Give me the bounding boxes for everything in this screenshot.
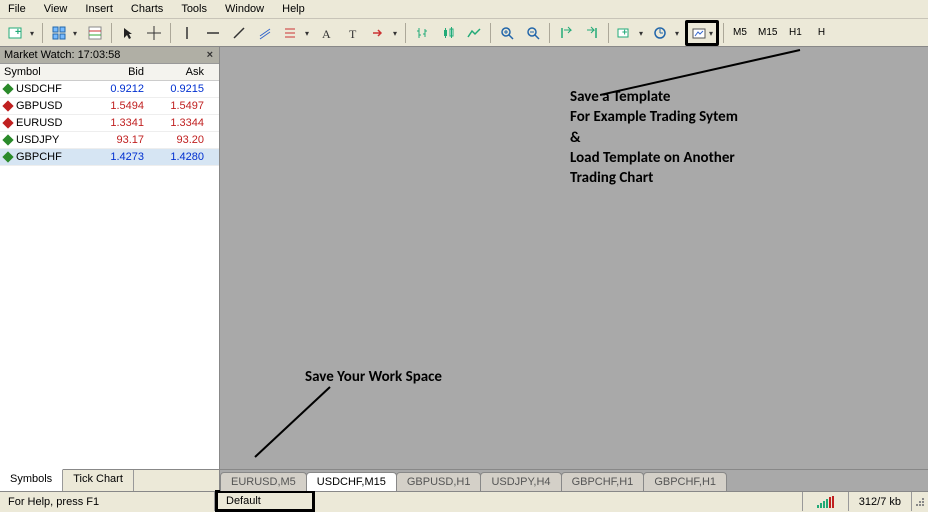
direction-icon <box>2 134 13 145</box>
zoom-out-button[interactable] <box>521 22 545 44</box>
candle-chart-button[interactable] <box>436 22 460 44</box>
chart-tab[interactable]: USDCHF,M15 <box>306 472 397 491</box>
arrow-icon <box>250 382 350 462</box>
zoom-in-button[interactable] <box>495 22 519 44</box>
vertical-line-button[interactable] <box>175 22 199 44</box>
market-watch-title: Market Watch: 17:03:58 × <box>0 47 219 64</box>
market-watch-header: Symbol Bid Ask <box>0 64 219 81</box>
line-chart-button[interactable] <box>462 22 486 44</box>
menu-bar: File View Insert Charts Tools Window Hel… <box>0 0 928 19</box>
chart-tab[interactable]: GBPCHF,H1 <box>561 472 645 491</box>
chart-workarea: Save a TemplateFor Example Trading Sytem… <box>220 47 928 491</box>
direction-icon <box>2 83 13 94</box>
market-watch-row[interactable]: USDJPY93.1793.20 <box>0 132 219 149</box>
status-traffic: 312/7 kb <box>849 492 912 511</box>
chart-shift-button[interactable] <box>580 22 604 44</box>
status-profile[interactable]: Default <box>215 490 315 512</box>
menu-window[interactable]: Window <box>225 3 264 15</box>
chart-tabs: EURUSD,M5USDCHF,M15GBPUSD,H1USDJPY,H4GBP… <box>220 469 928 491</box>
market-watch-row[interactable]: GBPCHF1.42731.4280 <box>0 149 219 166</box>
market-watch-tabs: Symbols Tick Chart <box>0 469 219 491</box>
channel-button[interactable] <box>253 22 277 44</box>
template-button[interactable] <box>685 20 719 46</box>
close-icon[interactable]: × <box>205 49 215 61</box>
status-spacer <box>315 492 803 511</box>
horizontal-line-button[interactable] <box>201 22 225 44</box>
crosshair-button[interactable] <box>142 22 166 44</box>
cursor-button[interactable] <box>116 22 140 44</box>
svg-text:+: + <box>15 27 21 38</box>
status-bar: For Help, press F1 Default 312/7 kb <box>0 491 928 511</box>
market-watch-row[interactable]: EURUSD1.33411.3344 <box>0 115 219 132</box>
menu-insert[interactable]: Insert <box>85 3 113 15</box>
trendline-button[interactable] <box>227 22 251 44</box>
text-label-button[interactable]: T <box>341 22 365 44</box>
bar-chart-button[interactable] <box>410 22 434 44</box>
menu-file[interactable]: File <box>8 3 26 15</box>
toolbar: + A T + M5 M15 H1 H <box>0 19 928 47</box>
tab-tick-chart[interactable]: Tick Chart <box>63 470 134 491</box>
auto-scroll-button[interactable] <box>554 22 578 44</box>
svg-text:A: A <box>322 27 331 40</box>
annotation-template: Save a TemplateFor Example Trading Sytem… <box>570 87 830 188</box>
direction-icon <box>2 100 13 111</box>
annotation-workspace: Save Your Work Space <box>305 367 442 387</box>
menu-help[interactable]: Help <box>282 3 305 15</box>
tab-symbols[interactable]: Symbols <box>0 469 63 491</box>
market-watch-panel: Market Watch: 17:03:58 × Symbol Bid Ask … <box>0 47 220 491</box>
text-button[interactable]: A <box>315 22 339 44</box>
menu-charts[interactable]: Charts <box>131 3 163 15</box>
arrows-button[interactable] <box>367 22 401 44</box>
market-watch-row[interactable]: GBPUSD1.54941.5497 <box>0 98 219 115</box>
menu-view[interactable]: View <box>44 3 68 15</box>
new-chart-button[interactable]: + <box>4 22 38 44</box>
timeframe-h1[interactable]: H1 <box>783 22 807 44</box>
direction-icon <box>2 117 13 128</box>
market-watch-row[interactable]: USDCHF0.92120.9215 <box>0 81 219 98</box>
periodicity-button[interactable] <box>649 22 683 44</box>
chart-tab[interactable]: GBPUSD,H1 <box>396 472 482 491</box>
market-watch-body: USDCHF0.92120.9215GBPUSD1.54941.5497EURU… <box>0 81 219 469</box>
timeframe-h4[interactable]: H <box>809 22 833 44</box>
profiles-button[interactable] <box>47 22 81 44</box>
indicators-button[interactable]: + <box>613 22 647 44</box>
status-help: For Help, press F1 <box>0 492 215 511</box>
fibonacci-button[interactable] <box>279 22 313 44</box>
chart-tab[interactable]: USDJPY,H4 <box>480 472 561 491</box>
chart-tab[interactable]: EURUSD,M5 <box>220 472 307 491</box>
svg-text:+: + <box>622 27 627 37</box>
chart-tab[interactable]: GBPCHF,H1 <box>643 472 727 491</box>
timeframe-m15[interactable]: M15 <box>754 22 781 44</box>
market-watch-button[interactable] <box>83 22 107 44</box>
timeframe-m5[interactable]: M5 <box>728 22 752 44</box>
menu-tools[interactable]: Tools <box>181 3 207 15</box>
resize-grip-icon[interactable] <box>912 494 928 510</box>
direction-icon <box>2 151 13 162</box>
connection-bars-icon <box>803 492 849 511</box>
svg-text:T: T <box>349 27 357 40</box>
